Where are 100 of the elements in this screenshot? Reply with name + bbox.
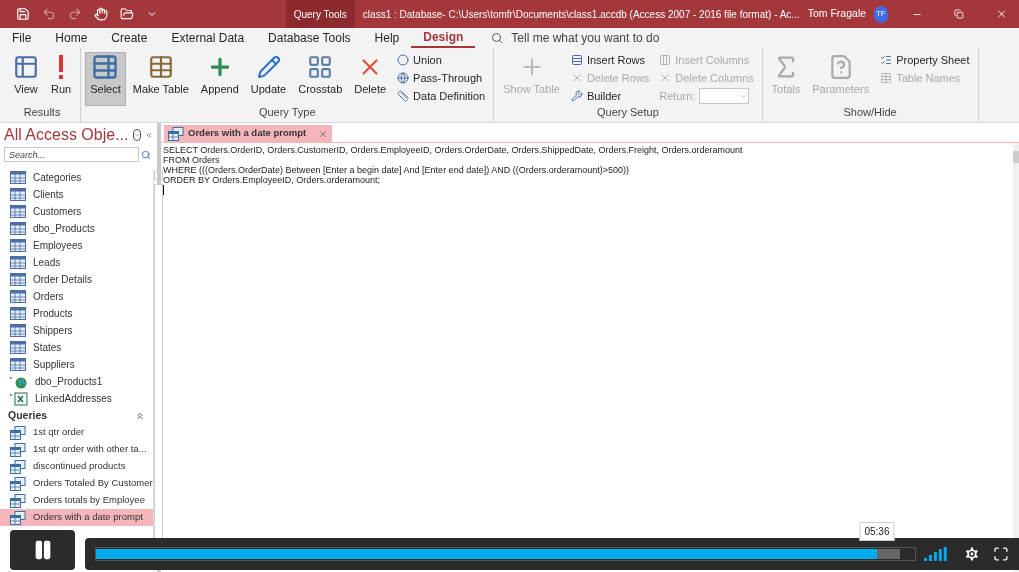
linked-globe-icon [10,374,28,389]
ribbon-small-button[interactable]: Union [397,52,486,68]
table-icon [10,324,26,337]
ribbon-tab[interactable]: Home [43,28,100,48]
collapse-icon [134,410,145,421]
ribbon-small-button[interactable]: Property Sheet [880,52,970,68]
table-icon [10,239,26,252]
ribbon-button[interactable]: Select [85,52,126,106]
nav-item[interactable]: Leads [0,254,153,271]
nav-item[interactable]: States [0,339,153,356]
fullscreen-icon[interactable] [993,546,1009,562]
ribbon-button[interactable]: Delete [349,52,392,106]
nav-item[interactable]: LinkedAddresses [0,390,153,407]
nav-item[interactable]: discontinued products [0,458,153,475]
window-title: class1 : Database- C:\Users\tomfr\Documents\class1.accdb (Access 2007 - 2016 file format) - Ac... [361,7,801,22]
query-icon [10,510,26,525]
query-icon [10,493,26,508]
search-icon [141,149,151,160]
ribbon-button[interactable]: Crosstab [293,52,348,106]
tell-me-field[interactable]: Tell me what you want to do [511,29,682,47]
nav-item[interactable]: Customers [0,203,153,220]
sql-line: WHERE (((Orders.OrderDate) Between [Enter a begin date] And [Enter end date]) AND ((Orders.orderamount)>500)) [163,165,630,175]
nav-item[interactable]: Categories [0,169,153,186]
query-icon [10,442,26,457]
table-icon [147,53,174,81]
table-icon [10,307,26,320]
ruler-icon [397,90,410,102]
context-tab-label: Query Tools [285,0,355,28]
restore-icon[interactable] [954,8,964,20]
folder-icon[interactable] [120,7,134,21]
ribbon-tab[interactable]: Help [362,28,412,48]
nav-item[interactable]: Employees [0,237,153,254]
navigation-pane-title: All Access Obje... [4,125,129,145]
datasheet-icon [13,53,39,81]
close-icon[interactable] [318,128,329,139]
table-icon [10,171,26,184]
nav-item[interactable]: 1st qtr order with other ta... [0,441,153,458]
ribbon-small-button[interactable]: Builder [570,88,650,104]
ribbon-button[interactable]: View [8,52,44,106]
nav-item[interactable]: Orders [0,288,153,305]
globe-icon [397,72,410,84]
ribbon-small-button[interactable]: Insert Rows [570,52,650,68]
table-icon [10,256,26,269]
sql-line: ORDER BY Orders.EmployeeID, Orders.orderamount; [163,175,381,185]
document-tab[interactable]: Orders with a date prompt [164,125,333,142]
table-icon [10,273,26,286]
nav-item[interactable]: Order Details [0,271,153,288]
nav-item[interactable]: 1st qtr order [0,424,153,441]
nav-item[interactable]: dbo_Products [0,220,153,237]
nav-item[interactable]: Orders with a date prompt [0,509,153,526]
hand-icon[interactable] [94,7,108,21]
grid-icon [307,53,334,81]
linked-spreadsheet-icon [10,391,28,406]
ribbon-small-button[interactable]: Pass-Through [397,70,486,86]
pause-button[interactable] [10,530,75,570]
save-icon[interactable] [16,7,30,21]
nav-item[interactable]: Orders totals by Employee [0,492,153,509]
query-icon [10,476,26,491]
columns-icon [659,54,672,66]
ribbon-button[interactable]: Append [195,52,244,106]
nav-item[interactable]: Orders Totaled By Customer [0,475,153,492]
table-icon [10,358,26,371]
ribbon-tab[interactable]: Database Tools [256,28,363,48]
volume-bars-icon[interactable] [923,547,948,561]
nav-item[interactable]: Products [0,305,153,322]
table-icon [880,72,893,84]
sql-line: FROM Orders [163,155,221,165]
query-icon [10,425,26,440]
group-label: Results [22,106,62,120]
time-tooltip: 05:36 [859,522,895,541]
nav-item[interactable]: dbo_Products1 [0,373,153,390]
group-label: Query Type [257,106,317,120]
ribbon-button[interactable]: Make Table [127,52,194,106]
table-icon [10,290,26,303]
table-icon [10,205,26,218]
table-icon [10,188,26,201]
sql-line: SELECT Orders.OrderID, Orders.CustomerID, Orders.EmployeeID, Orders.OrderDate, Orders.ShippedDate, Orders.Freight, Orders.orderamount [163,145,744,155]
query-icon [168,126,184,141]
scroll-bar[interactable] [152,169,163,572]
section-header[interactable]: Queries [0,407,153,424]
search-field[interactable]: Search... [4,147,139,162]
ribbon-tab[interactable]: External Data [159,28,257,48]
ribbon-tab[interactable]: Create [99,28,160,48]
ribbon-button[interactable]: Run [46,52,77,106]
rows-icon [570,54,583,66]
group-label: Query Setup [596,106,660,120]
nav-item[interactable]: Shippers [0,322,153,339]
return-label: Return: [659,88,696,104]
pencil-icon [256,53,281,81]
ribbon-button[interactable]: Update [245,52,292,106]
tables-icon [91,53,120,81]
ribbon-tab[interactable]: File [0,28,44,48]
nav-item[interactable]: Clients [0,186,153,203]
nav-item[interactable]: Suppliers [0,356,153,373]
exclamation-icon [57,53,66,81]
ribbon-small-button[interactable]: Data Definition [397,88,486,104]
query-icon [10,459,26,474]
user-avatar[interactable]: TF [874,5,888,23]
table-icon [10,222,26,235]
scroll-bar[interactable] [1013,143,1019,572]
